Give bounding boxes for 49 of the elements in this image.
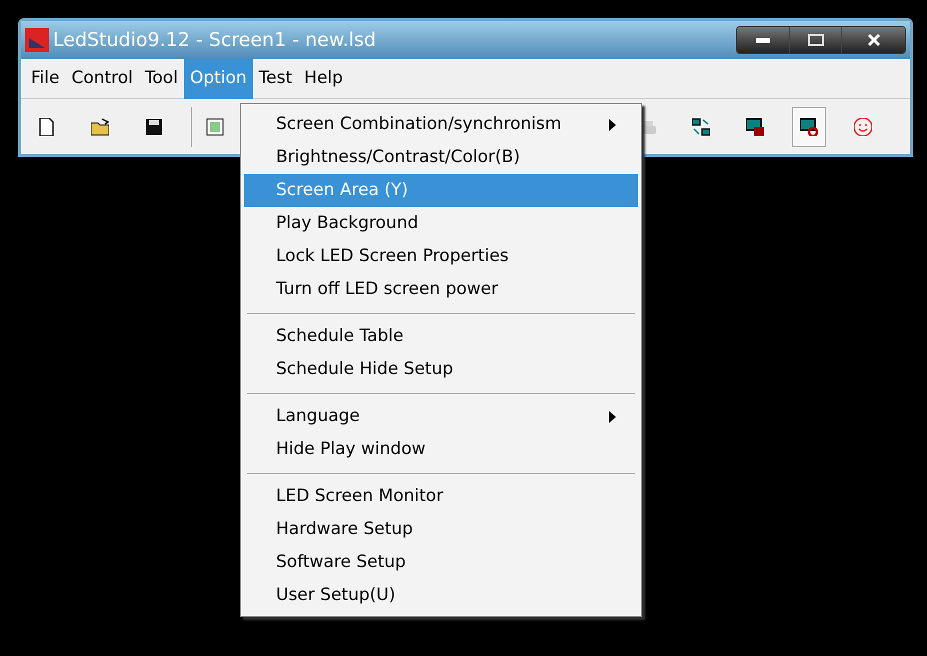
window-title: LedStudio9.12 - Screen1 - new.lsd xyxy=(53,28,377,53)
item-label: Screen Combination/synchronism xyxy=(276,112,562,136)
menu-item[interactable]: File xyxy=(25,58,66,98)
menu-item[interactable]: Test xyxy=(252,58,298,98)
submenu-arrow-icon xyxy=(609,118,616,130)
dropdown-item[interactable]: Language xyxy=(244,400,638,433)
dropdown-item[interactable]: Play Background xyxy=(244,207,638,240)
submenu-arrow-icon xyxy=(609,410,616,422)
dropdown-item[interactable]: LED Screen Monitor xyxy=(244,480,638,513)
item-label: Brightness/Contrast/Color(B) xyxy=(276,146,521,169)
maximize-icon xyxy=(808,34,824,46)
dropdown-item[interactable]: Software Setup xyxy=(244,546,638,579)
dropdown-item[interactable]: Schedule Table xyxy=(244,320,638,353)
item-label: Language xyxy=(276,404,361,428)
item-label: Screen Area (Y) xyxy=(276,178,410,202)
screen-hand-icon xyxy=(800,118,818,136)
toolbar-button[interactable] xyxy=(792,106,826,146)
screens-link-icon xyxy=(692,118,710,136)
item-label: Hide Play window xyxy=(276,438,427,461)
dropdown-item[interactable]: Brightness/Contrast/Color(B) xyxy=(244,141,638,174)
dropdown-item[interactable]: Lock LED Screen Properties xyxy=(244,240,638,273)
menu-item[interactable]: Tool xyxy=(138,58,184,98)
dropdown-item[interactable]: Turn off LED screen power xyxy=(244,273,638,306)
item-label: Turn off LED screen power xyxy=(276,278,500,301)
folder-icon xyxy=(91,118,109,136)
item-label: LED Screen Monitor xyxy=(276,484,444,508)
dropdown-item[interactable]: Schedule Hide Setup xyxy=(244,353,638,386)
item-label: Schedule Hide Setup xyxy=(276,358,454,381)
app-logo-icon xyxy=(25,28,49,52)
maximize-button[interactable] xyxy=(789,27,841,53)
close-button[interactable] xyxy=(841,27,905,53)
item-label: Play Background xyxy=(276,212,420,235)
item-label: Hardware Setup xyxy=(276,518,414,541)
minimize-button[interactable] xyxy=(737,27,789,53)
item-label: Lock LED Screen Properties xyxy=(276,244,510,268)
grid-icon xyxy=(206,118,224,136)
menu-item[interactable]: Control xyxy=(65,58,139,98)
document-icon xyxy=(37,118,55,136)
screen-lock-icon xyxy=(746,118,764,136)
minimize-icon xyxy=(756,37,770,43)
smiley-icon xyxy=(854,118,872,136)
menu-item[interactable]: Help xyxy=(298,58,349,98)
item-label: Software Setup xyxy=(276,550,407,574)
item-label: Schedule Table xyxy=(276,324,404,348)
item-label: User Setup(U) xyxy=(276,584,396,607)
close-icon xyxy=(866,33,880,47)
dropdown-item[interactable]: Hardware Setup xyxy=(244,513,638,546)
dropdown-item[interactable]: User Setup(U) xyxy=(244,579,638,612)
dropdown-item[interactable]: Hide Play window xyxy=(244,433,638,466)
